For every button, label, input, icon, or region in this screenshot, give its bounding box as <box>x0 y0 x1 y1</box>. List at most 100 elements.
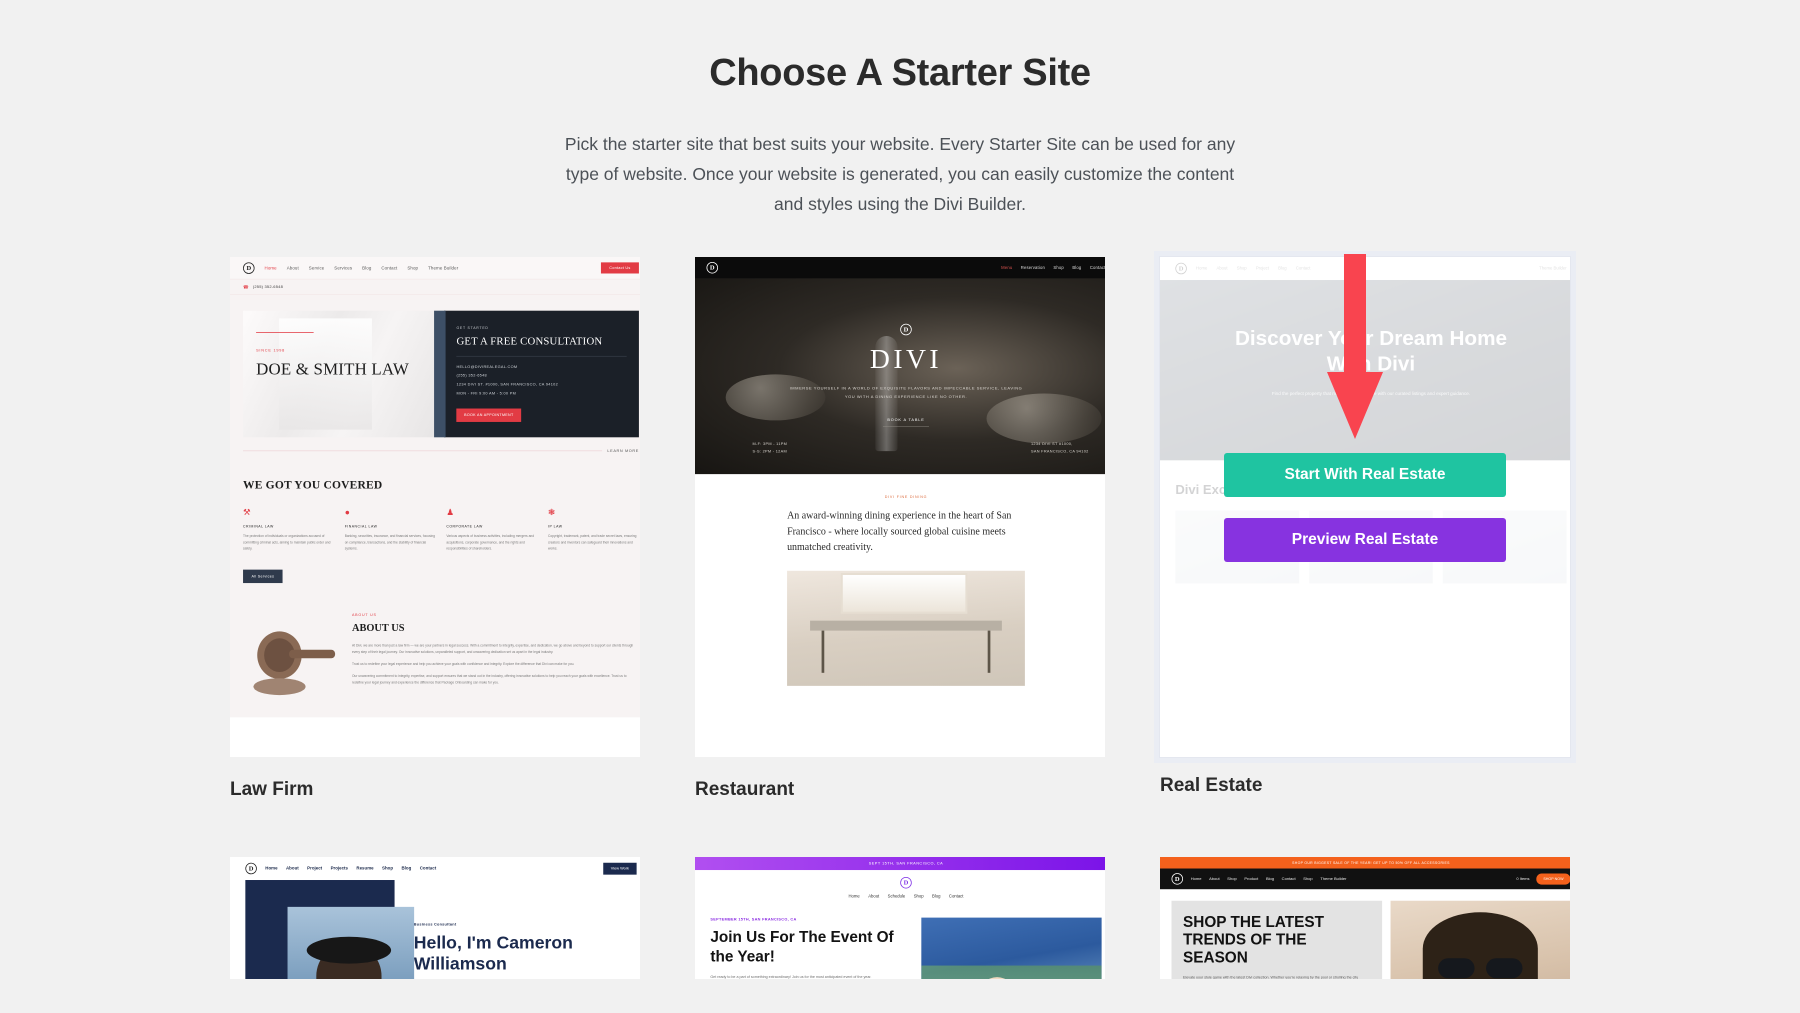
table-legs-shape <box>821 630 991 674</box>
starter-site-grid-row-1: D Home About Service Services Blog Conta… <box>230 256 1571 801</box>
sh-navbar: D Home About Shop Product Blog Contact S… <box>1160 868 1570 890</box>
ev-hero: SEPTEMBER 15TH, SAN FRANCISCO, CA Join U… <box>695 904 1105 980</box>
page-subtitle: Pick the starter site that best suits yo… <box>564 134 1236 215</box>
ev-nav-item: Contact <box>948 894 964 899</box>
rz-hero: Business Consultant Hello, I'm Cameron W… <box>230 880 640 980</box>
lf-nav-item: Home <box>264 265 277 271</box>
divi-logo-icon: D <box>245 863 257 875</box>
starter-card-shop[interactable]: SHOP OUR BIGGEST SALE OF THE YEAR! GET U… <box>1160 857 1570 980</box>
person-icon: ♟ <box>446 507 454 518</box>
ev-nav-item: Home <box>848 894 860 899</box>
lf-consult-panel: GET STARTED GET A FREE CONSULTATION HELL… <box>434 310 639 438</box>
sh-topbar: SHOP OUR BIGGEST SALE OF THE YEAR! GET U… <box>1160 857 1570 869</box>
law-firm-thumbnail[interactable]: D Home About Service Services Blog Conta… <box>230 257 640 758</box>
rz-nav-item: Projects <box>330 866 348 872</box>
divi-logo-icon: D <box>1171 873 1184 885</box>
rs-navbar: D Menu Reservation Shop Blog Contact <box>695 257 1105 279</box>
lf-about-kicker: ABOUT US <box>351 613 377 618</box>
starter-card-resume[interactable]: D Home About Project Projects Resume Sho… <box>230 857 640 980</box>
lf-phone-number: (255) 352-6548 <box>252 284 284 290</box>
event-thumbnail[interactable]: SEPT 15TH, SAN FRANCISCO, CA D Home Abou… <box>695 857 1105 980</box>
rs-nav-item: Contact <box>1089 265 1105 271</box>
lf-consult-hours: MON - FRI 9:00 AM - 5:00 PM <box>456 391 517 396</box>
ev-crowd-photo <box>921 917 1102 980</box>
sh-hero: SHOP THE LATEST TRENDS OF THE SEASON Ele… <box>1160 890 1570 980</box>
rs-nav-item: Reservation <box>1020 265 1045 271</box>
lf-service-title: IP LAW <box>548 524 563 529</box>
lf-nav-item: Service <box>308 265 325 271</box>
rz-nav-item: Shop <box>382 866 394 872</box>
lf-service-text: The protection of individuals or organiz… <box>243 534 331 551</box>
divi-logo-icon: D <box>706 262 719 274</box>
sh-shop-now-button: SHOP NOW <box>1536 873 1570 885</box>
restaurant-thumbnail[interactable]: D Menu Reservation Shop Blog Contact D D… <box>695 257 1105 758</box>
sh-nav-item: Theme Builder <box>1320 876 1347 882</box>
start-with-real-estate-button[interactable]: Start With Real Estate <box>1224 452 1506 497</box>
rs-hero-title: DIVI <box>869 343 943 375</box>
rz-nav-item: Home <box>265 866 278 872</box>
lf-about-section: ABOUT US ABOUT US At Divi, we are more t… <box>230 583 640 717</box>
lf-service-title: CORPORATE LAW <box>446 524 483 529</box>
page-title: Choose A Starter Site <box>709 52 1091 94</box>
lf-service-item: ❃ IP LAW Copyright, trademark, patent, a… <box>548 508 639 552</box>
starter-site-grid-row-2: D Home About Project Projects Resume Sho… <box>230 857 1570 980</box>
starter-card-event[interactable]: SEPT 15TH, SAN FRANCISCO, CA D Home Abou… <box>695 857 1105 980</box>
sh-cart-count: 0 Items <box>1516 876 1530 882</box>
sh-nav-item: Shop <box>1303 876 1313 882</box>
decorative-band <box>921 965 1102 980</box>
card-hover-overlay: Start With Real Estate Preview Real Esta… <box>1160 257 1570 758</box>
sh-nav-item: Product <box>1244 876 1259 882</box>
lf-service-text: Banking, securities, insurance, and fina… <box>344 534 435 551</box>
card-label-real-estate: Real Estate <box>1160 775 1263 797</box>
sunglasses-shape <box>1438 958 1523 979</box>
sh-title: SHOP THE LATEST TRENDS OF THE SEASON <box>1183 913 1324 967</box>
shop-thumbnail[interactable]: SHOP OUR BIGGEST SALE OF THE YEAR! GET U… <box>1160 857 1570 980</box>
sh-nav-item: Home <box>1190 876 1202 882</box>
rs-hero-subtitle: IMMERSE YOURSELF IN A WORLD OF EXQUISITE… <box>789 386 1023 400</box>
rs-body: DIVI FINE DINING An award-winning dining… <box>695 474 1105 687</box>
rz-kicker: Business Consultant <box>413 922 457 927</box>
real-estate-thumbnail[interactable]: D Home About Shop Project Blog Contact T… <box>1159 256 1571 759</box>
rz-portrait-photo <box>245 880 415 980</box>
lf-consult-phone: (255) 352-6548 <box>456 373 487 379</box>
rz-nav-item: Project <box>307 866 323 872</box>
sh-nav-item: Blog <box>1265 876 1275 882</box>
lf-services-section: WE GOT YOU COVERED ⚒ CRIMINAL LAW The pr… <box>230 453 640 584</box>
lf-service-text: Various aspects of business activities, … <box>446 534 535 551</box>
starter-card-real-estate[interactable]: D Home About Shop Project Blog Contact T… <box>1159 256 1571 801</box>
sh-model-photo <box>1390 901 1570 980</box>
rs-nav-item: Blog <box>1072 265 1082 271</box>
lf-nav-item: Blog <box>362 265 372 271</box>
preview-real-estate-button[interactable]: Preview Real Estate <box>1224 517 1506 562</box>
gavel-icon: ⚒ <box>243 507 251 518</box>
lf-navbar: D Home About Service Services Blog Conta… <box>230 257 640 280</box>
resume-thumbnail[interactable]: D Home About Project Projects Resume Sho… <box>230 857 640 980</box>
lf-service-item: ♟ CORPORATE LAW Various aspects of busin… <box>446 508 537 552</box>
lf-about-paragraph: Our unwavering commitment to integrity, … <box>351 674 627 685</box>
ev-nav-item: Blog <box>932 894 941 899</box>
lf-nav-item: Services <box>334 265 353 271</box>
lf-learn-more-label: LEARN MORE <box>607 449 639 454</box>
starter-card-law-firm[interactable]: D Home About Service Services Blog Conta… <box>230 257 640 801</box>
sh-nav-item: Contact <box>1281 876 1296 882</box>
lf-about-title: ABOUT US <box>351 621 405 634</box>
rz-title: Hello, I'm Cameron Williamson <box>413 932 573 974</box>
lf-consult-address: 1234 DIVI ST. #1000, SAN FRANCISCO, CA 9… <box>456 382 559 387</box>
lf-service-text: Copyright, trademark, patent, and trade … <box>548 534 637 551</box>
lf-consult-kicker: GET STARTED <box>456 326 489 331</box>
rs-lead-text: An award-winning dining experience in th… <box>787 510 1012 553</box>
card-label-law-firm: Law Firm <box>230 779 314 801</box>
lf-nav-item: About <box>286 265 299 271</box>
starter-card-restaurant[interactable]: D Menu Reservation Shop Blog Contact D D… <box>695 257 1105 801</box>
sh-nav-item: Shop <box>1227 876 1237 882</box>
rs-interior-photo <box>787 571 1025 687</box>
rz-navbar: D Home About Project Projects Resume Sho… <box>230 857 640 880</box>
ev-title: Join Us For The Event Of the Year! <box>710 929 894 965</box>
window-shape <box>840 573 968 615</box>
phone-icon: ☎ <box>243 284 249 290</box>
divi-logo-icon: D <box>243 262 255 274</box>
rs-hours: M-F: 3PM - 11PM S-S: 2PM - 12AM <box>752 442 788 454</box>
ev-nav-item: Schedule <box>887 894 906 899</box>
lf-nav-item: Theme Builder <box>428 265 459 271</box>
lf-service-title: FINANCIAL LAW <box>344 524 378 529</box>
